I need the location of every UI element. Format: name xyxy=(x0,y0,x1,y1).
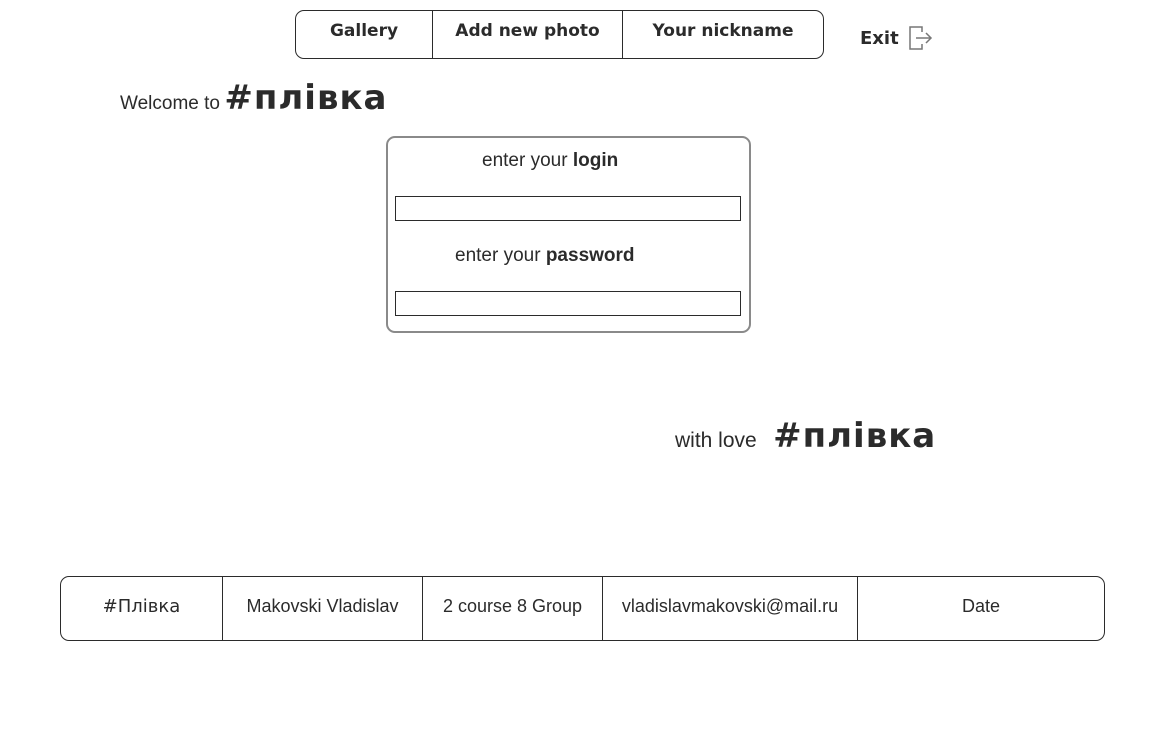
login-label-prefix: enter your xyxy=(482,150,568,171)
footer-author: Makovski Vladislav xyxy=(223,577,423,640)
password-label-bold: password xyxy=(545,245,635,266)
login-input[interactable] xyxy=(395,196,741,221)
footer-course: 2 course 8 Group xyxy=(423,577,603,640)
footer-brand: #Плівка xyxy=(61,577,223,640)
with-love-signature: with love #плівка xyxy=(675,416,936,456)
nav-add-photo-button[interactable]: Add new photo xyxy=(433,11,623,58)
footer-date: Date xyxy=(961,596,1001,616)
nav-nickname-button[interactable]: Your nickname xyxy=(623,11,823,58)
password-input[interactable] xyxy=(395,291,741,316)
welcome-text: Welcome to xyxy=(120,93,220,114)
footer: #Плівка Makovski Vladislav 2 course 8 Gr… xyxy=(60,576,1105,641)
brand-logo: #плівка xyxy=(224,78,388,118)
login-label: enter your login xyxy=(482,150,618,172)
with-love-text: with love xyxy=(675,429,757,452)
exit-button[interactable]: Exit xyxy=(860,24,933,52)
nav-gallery-button[interactable]: Gallery xyxy=(296,11,433,58)
login-form: enter your login enter your password xyxy=(386,136,751,333)
welcome-heading: Welcome to #плівка xyxy=(120,78,388,118)
footer-email: vladislavmakovski@mail.ru xyxy=(603,577,858,640)
brand-logo-footer: #плівка xyxy=(773,416,937,456)
top-navigation: Gallery Add new photo Your nickname xyxy=(295,10,824,59)
login-label-bold: login xyxy=(572,150,619,171)
exit-icon[interactable] xyxy=(907,24,933,52)
password-label: enter your password xyxy=(455,245,635,267)
password-label-prefix: enter your xyxy=(455,245,541,266)
exit-label: Exit xyxy=(860,27,899,49)
